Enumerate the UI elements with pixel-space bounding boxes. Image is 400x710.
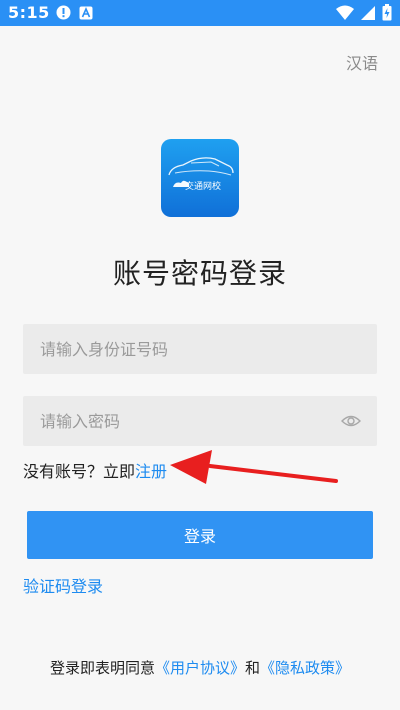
battery-icon <box>382 4 392 25</box>
app-logo: 交通网校 <box>161 139 239 217</box>
language-switch[interactable]: 汉语 <box>346 50 378 74</box>
show-password-eye-icon[interactable] <box>341 412 361 434</box>
id-number-field <box>23 324 377 374</box>
status-right-icons <box>336 4 392 25</box>
password-field <box>23 396 377 446</box>
register-prompt-text: 没有账号？立即 <box>23 462 136 481</box>
id-number-input[interactable] <box>23 324 340 374</box>
login-button[interactable]: 登录 <box>27 511 373 559</box>
agreement-text: 登录即表明同意《用户协议》和《隐私政策》 <box>0 657 400 678</box>
signal-icon <box>360 5 376 25</box>
agreement-and: 和 <box>245 659 261 677</box>
status-left-icons <box>56 5 93 24</box>
app-logo-text: 交通网校 <box>185 182 222 192</box>
annotation-arrow-icon <box>168 448 340 496</box>
status-time: 5:15 <box>8 3 50 22</box>
sms-code-login-link[interactable]: 验证码登录 <box>23 573 103 597</box>
privacy-policy-link[interactable]: 《隐私政策》 <box>260 659 350 677</box>
alert-icon <box>56 5 71 24</box>
password-input[interactable] <box>23 396 340 446</box>
notification-a-icon <box>79 5 93 24</box>
register-prompt: 没有账号？立即注册 <box>23 458 167 482</box>
register-link[interactable]: 注册 <box>135 462 167 481</box>
page-title: 账号密码登录 <box>112 257 287 290</box>
wifi-icon <box>336 5 354 25</box>
agreement-prefix: 登录即表明同意 <box>49 659 155 677</box>
car-icon <box>168 157 234 187</box>
status-bar: 5:15 <box>0 0 400 26</box>
user-agreement-link[interactable]: 《用户协议》 <box>155 659 245 677</box>
